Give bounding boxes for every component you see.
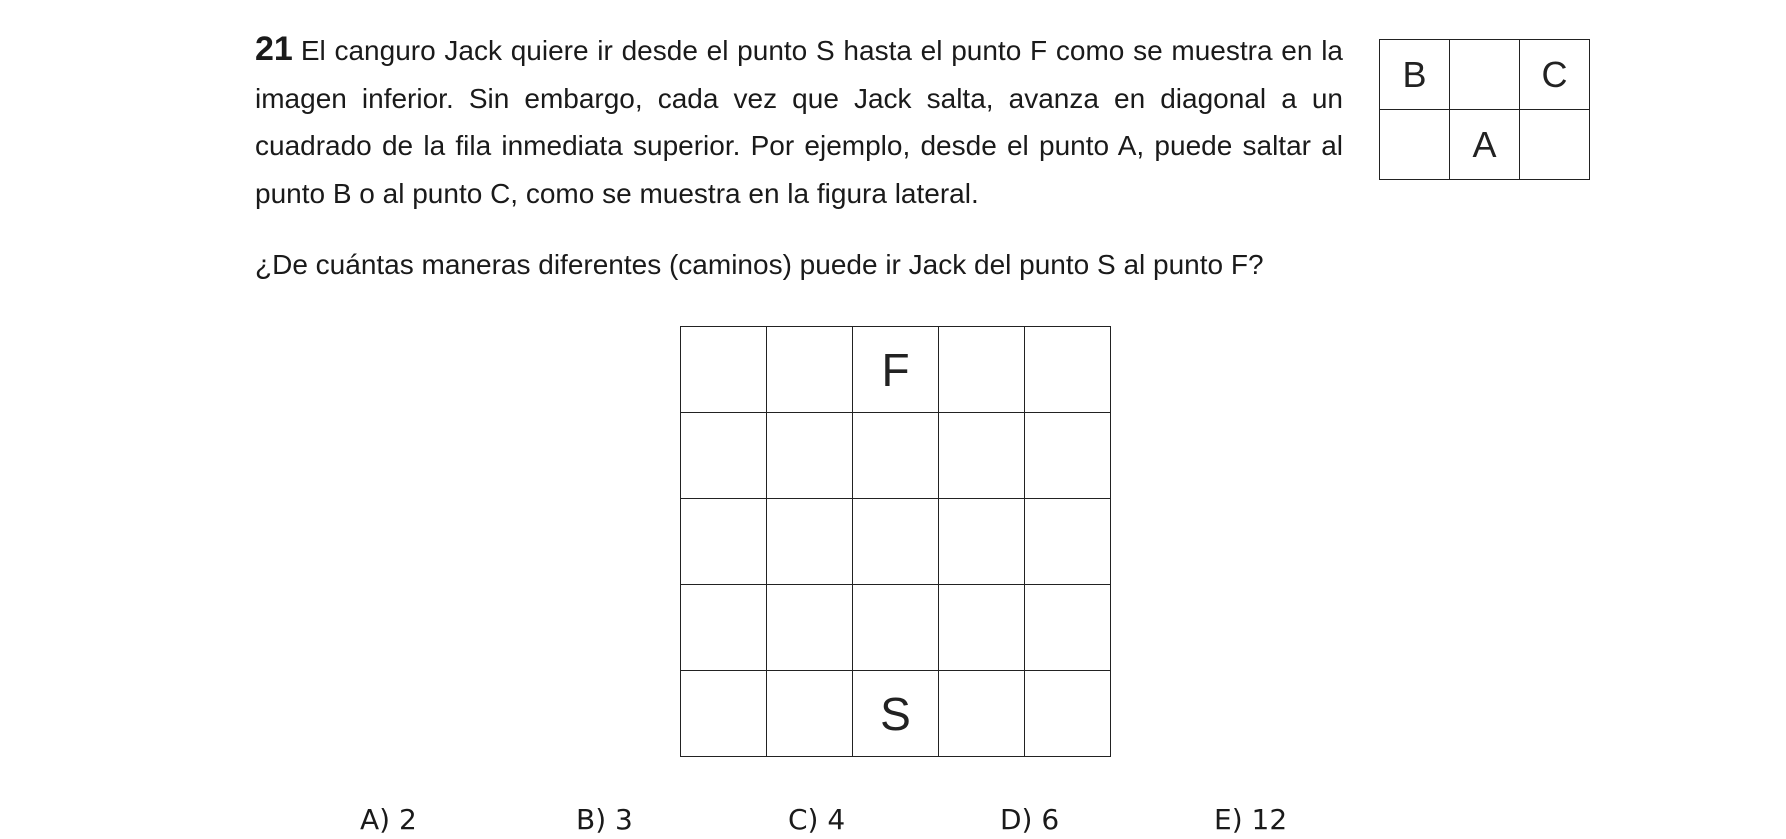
answer-option-b: B) 3 [576,803,633,836]
grid-cell [938,498,1025,585]
grid-cell-f: F [852,326,939,413]
answer-option-e: E) 12 [1214,803,1288,836]
grid-cell [852,412,939,499]
grid-cell [938,326,1025,413]
grid-cell [938,412,1025,499]
example-cell-a: A [1449,109,1520,180]
question: ¿De cuántas maneras diferentes (caminos)… [255,249,1264,280]
grid-cell [766,412,853,499]
grid-cell [766,326,853,413]
grid-cell [852,584,939,671]
example-cell-b: B [1379,39,1450,110]
grid-cell [766,670,853,757]
grid-cell [938,670,1025,757]
grid-cell [680,670,767,757]
grid-cell [1024,326,1111,413]
grid-cell [680,412,767,499]
grid-cell [766,584,853,671]
answer-choices: A) 2 B) 3 C) 4 D) 6 E) 12 [0,800,1786,839]
grid-cell [1024,498,1111,585]
grid-cell [680,498,767,585]
grid-cell [852,498,939,585]
example-jump-figure: B C A [1379,39,1590,180]
example-cell [1449,39,1520,110]
grid-cell [680,326,767,413]
grid-cell [938,584,1025,671]
grid-cell [680,584,767,671]
problem-text: El canguro Jack quiere ir desde el punto… [255,35,1343,209]
example-cell-c: C [1519,39,1590,110]
grid-cell-s: S [852,670,939,757]
grid-cell [766,498,853,585]
example-cell [1519,109,1590,180]
grid-cell [1024,412,1111,499]
problem-statement: 21 El canguro Jack quiere ir desde el pun… [255,26,1343,217]
path-grid: F S [680,326,1111,757]
answer-option-d: D) 6 [1000,803,1060,836]
answer-option-c: C) 4 [788,803,846,836]
example-cell [1379,109,1450,180]
answer-option-a: A) 2 [360,803,417,836]
grid-cell [1024,670,1111,757]
problem-number: 21 [255,30,293,68]
grid-cell [1024,584,1111,671]
